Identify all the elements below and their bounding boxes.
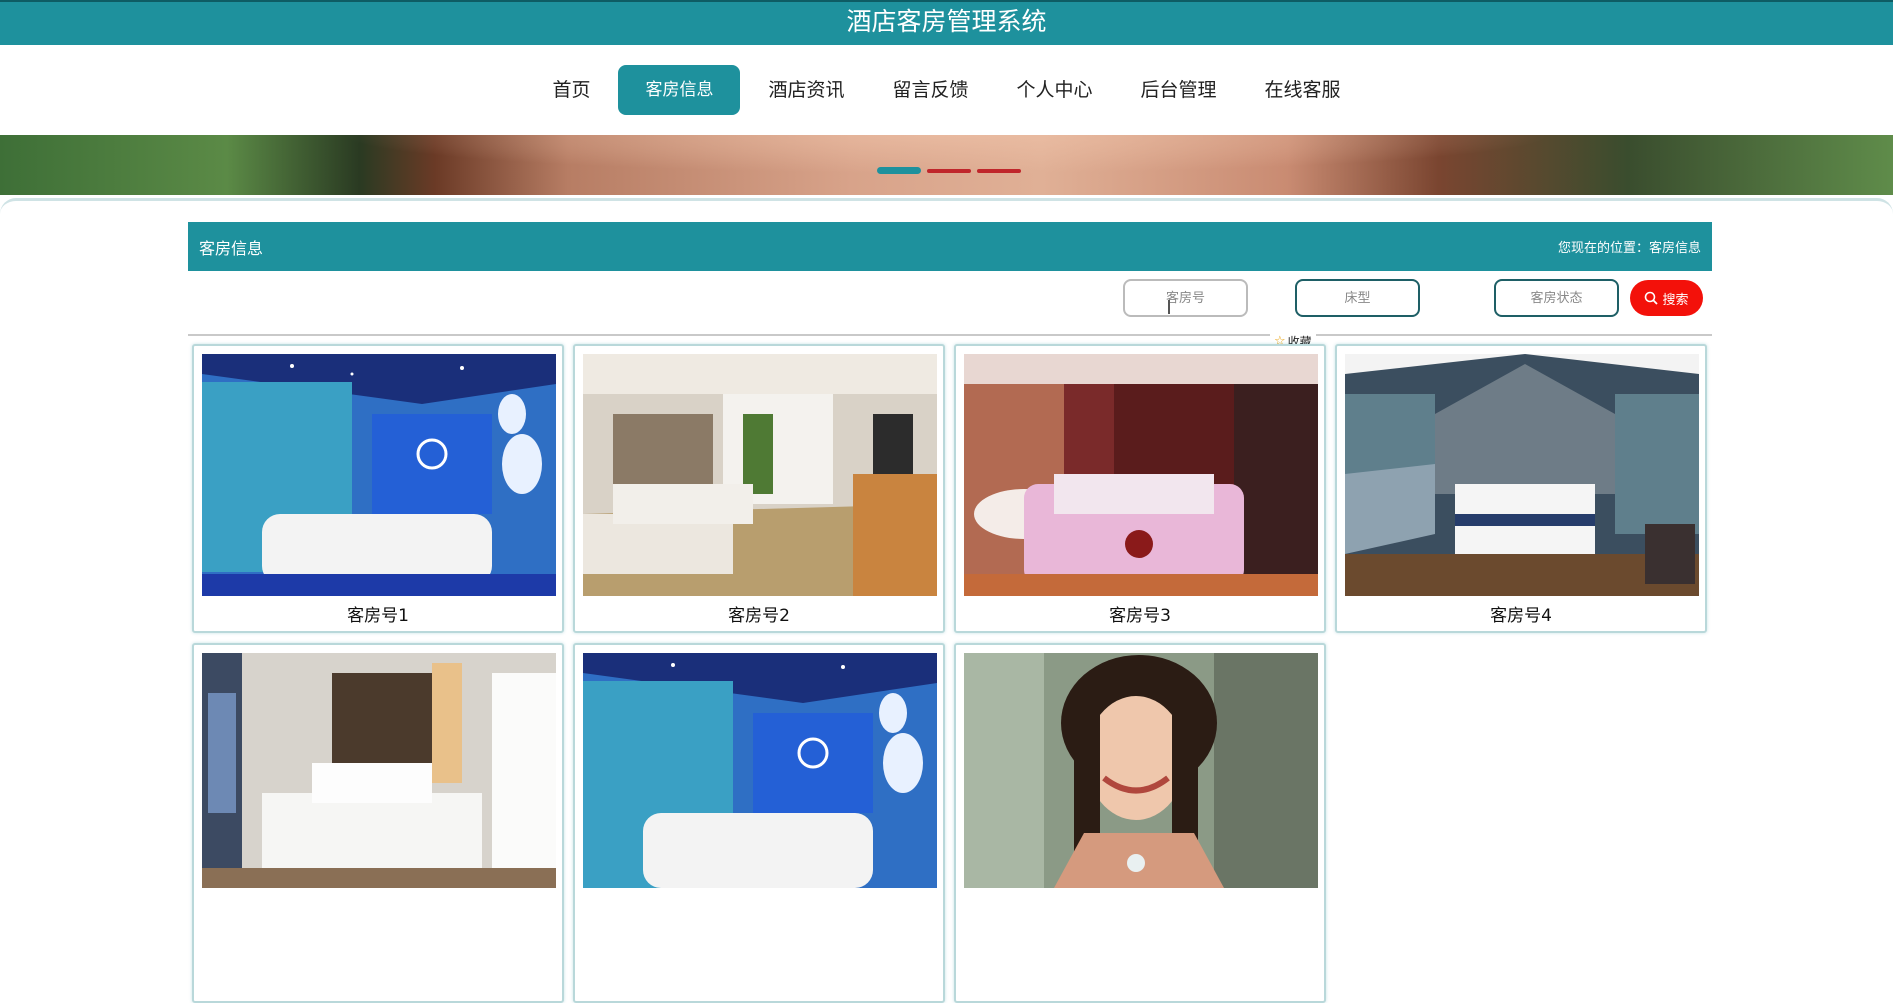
main-nav: 首页 客房信息 酒店资讯 留言反馈 个人中心 后台管理 在线客服 (0, 45, 1893, 135)
nav-item-support[interactable]: 在线客服 (1245, 65, 1361, 115)
nav-item-admin[interactable]: 后台管理 (1121, 65, 1237, 115)
room-status-input[interactable] (1494, 279, 1619, 317)
bed-type-input[interactable] (1295, 279, 1420, 317)
carousel-dot-3[interactable] (977, 169, 1021, 173)
carousel-indicators (877, 167, 1027, 174)
room-card[interactable] (192, 643, 564, 1003)
site-title: 酒店客房管理系统 (846, 7, 1047, 36)
banner-image (0, 135, 1893, 195)
search-button[interactable]: 搜索 (1630, 280, 1703, 316)
nav-item-rooms[interactable]: 客房信息 (618, 65, 741, 115)
section-header: 客房信息 您现在的位置：客房信息 (188, 222, 1712, 271)
room-card[interactable]: 客房号3 (954, 344, 1326, 633)
room-card[interactable]: 客房号4 (1335, 344, 1707, 633)
nav-item-feedback[interactable]: 留言反馈 (872, 65, 988, 115)
nav-item-profile[interactable]: 个人中心 (997, 65, 1113, 115)
breadcrumb: 您现在的位置：客房信息 (1557, 241, 1701, 256)
room-name: 客房号4 (1490, 606, 1552, 626)
room-name: 客房号2 (728, 606, 790, 626)
room-image (202, 354, 556, 596)
banner-carousel (0, 135, 1893, 195)
room-name: 客房号3 (1109, 606, 1171, 626)
carousel-dot-1[interactable] (877, 167, 921, 174)
room-card[interactable]: 客房号2 (573, 344, 945, 633)
room-card[interactable] (573, 643, 945, 1003)
room-name: 客房号1 (347, 606, 409, 626)
room-image (964, 354, 1318, 596)
divider (188, 334, 1712, 336)
nav-item-home[interactable]: 首页 (532, 65, 610, 115)
search-button-label: 搜索 (1662, 292, 1689, 308)
nav-item-news[interactable]: 酒店资讯 (748, 65, 864, 115)
text-cursor-icon (1168, 300, 1170, 314)
room-image (583, 653, 937, 888)
room-image (964, 653, 1318, 888)
room-image (202, 653, 556, 888)
carousel-dot-2[interactable] (927, 169, 971, 173)
room-number-input[interactable] (1123, 279, 1248, 317)
room-image (1345, 354, 1699, 596)
section-title: 客房信息 (199, 238, 264, 258)
search-icon (1645, 291, 1659, 305)
room-card[interactable] (954, 643, 1326, 1003)
room-card[interactable]: 客房号1 (192, 344, 564, 633)
room-image (583, 354, 937, 596)
site-header: 酒店客房管理系统 (0, 0, 1893, 45)
